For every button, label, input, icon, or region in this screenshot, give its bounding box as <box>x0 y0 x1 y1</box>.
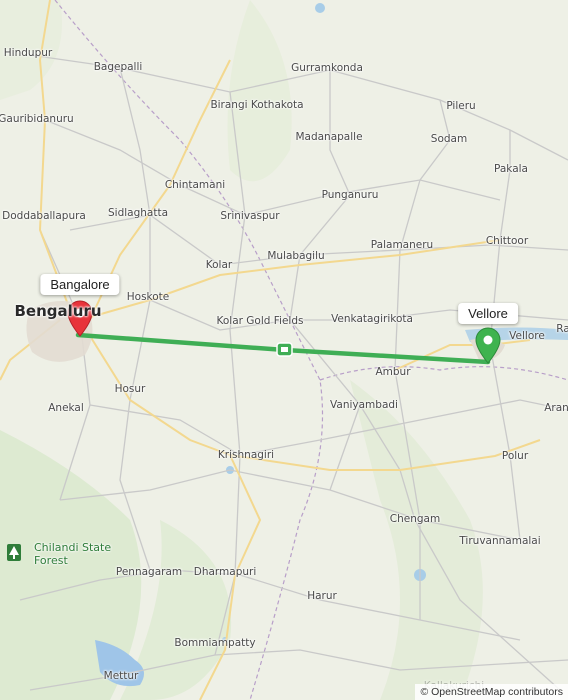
tree-icon <box>7 544 21 561</box>
map-attribution[interactable]: © OpenStreetMap contributors <box>415 684 568 700</box>
city-label: Pakala <box>494 163 528 175</box>
destination-label[interactable]: Vellore <box>458 303 518 324</box>
city-label: Vaniyambadi <box>330 399 398 411</box>
city-label: Birangi Kothakota <box>210 99 304 111</box>
city-label: Anekal <box>48 402 84 414</box>
city-label: Gurramkonda <box>291 62 363 74</box>
city-label: Bommiampatty <box>174 637 256 649</box>
city-label: Polur <box>501 450 529 462</box>
city-label: Hosur <box>114 383 146 395</box>
city-label-major: Bengaluru <box>14 302 102 320</box>
city-label: Sidlaghatta <box>107 207 169 219</box>
toll-icon <box>276 342 293 357</box>
city-label: Srinivaspur <box>220 210 280 222</box>
city-label: Tiruvannamalai <box>459 535 541 547</box>
city-label: Doddaballapura <box>2 210 86 222</box>
city-label: Hoskote <box>126 291 170 303</box>
city-label: Punganuru <box>321 189 379 201</box>
city-label: Arani <box>544 402 568 414</box>
city-label: Sodam <box>430 133 468 145</box>
city-label: Kolar Gold Fields <box>216 315 304 327</box>
city-label: Venkatagirikota <box>331 313 413 325</box>
city-label: Ambur <box>375 366 411 378</box>
city-label: Harur <box>307 590 337 602</box>
city-label: Madanapalle <box>295 131 363 143</box>
city-label: Mettur <box>103 670 139 682</box>
city-label: Bagepalli <box>93 61 143 73</box>
city-label: Gauribidanuru <box>0 113 74 125</box>
city-label: Dharmapuri <box>193 566 257 578</box>
city-label: Mulabagilu <box>267 250 325 262</box>
city-label: Chengam <box>389 513 441 525</box>
city-label: Pileru <box>446 100 476 112</box>
origin-label[interactable]: Bangalore <box>40 274 120 295</box>
city-label: Kolar <box>205 259 233 271</box>
city-label: Hindupur <box>3 47 53 59</box>
city-label: Palamaneru <box>370 239 434 251</box>
city-label: Ra <box>556 323 568 335</box>
city-label: Chintamani <box>164 179 226 191</box>
city-label: Chittoor <box>485 235 529 247</box>
city-label: Vellore <box>509 330 545 342</box>
forest-label: Chilandi State Forest <box>34 541 112 567</box>
city-label: Krishnagiri <box>217 449 275 461</box>
city-label: Pennagaram <box>115 566 183 578</box>
